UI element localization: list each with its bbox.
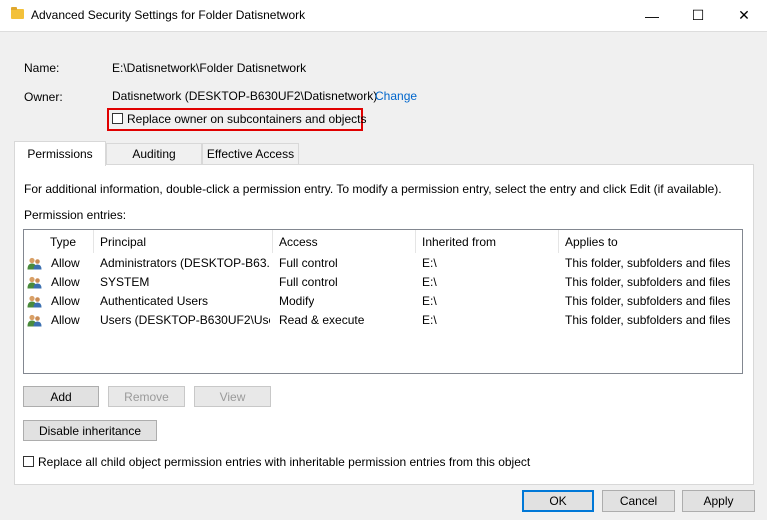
info-text: For additional information, double-click… — [24, 182, 722, 196]
user-group-icon — [27, 295, 42, 308]
cell-access: Full control — [279, 275, 338, 289]
permission-entries-label: Permission entries: — [24, 208, 127, 222]
cancel-button[interactable]: Cancel — [602, 490, 675, 512]
table-row[interactable]: Allow SYSTEM Full control E:\ This folde… — [24, 273, 742, 292]
disable-inheritance-button[interactable]: Disable inheritance — [23, 420, 157, 441]
apply-button[interactable]: Apply — [682, 490, 755, 512]
remove-button[interactable]: Remove — [108, 386, 185, 407]
column-principal[interactable]: Principal — [94, 230, 273, 253]
cell-principal: Users (DESKTOP-B630UF2\Use... — [100, 313, 270, 327]
cell-inherited-from: E:\ — [422, 313, 437, 327]
replace-child-permissions-checkbox[interactable] — [23, 456, 34, 467]
change-owner-link[interactable]: Change — [375, 89, 417, 103]
owner-value: Datisnetwork (DESKTOP-B630UF2\Datisnetwo… — [112, 89, 378, 103]
cell-applies-to: This folder, subfolders and files — [565, 313, 731, 327]
cell-principal: Authenticated Users — [100, 294, 209, 308]
cell-inherited-from: E:\ — [422, 275, 437, 289]
replace-child-permissions-label: Replace all child object permission entr… — [38, 455, 531, 469]
cell-applies-to: This folder, subfolders and files — [565, 294, 731, 308]
maximize-button[interactable]: ☐ — [675, 0, 721, 31]
close-button[interactable]: ✕ — [721, 0, 767, 31]
cell-access: Full control — [279, 256, 338, 270]
tab-effective-access[interactable]: Effective Access — [202, 143, 299, 164]
table-row[interactable]: Allow Administrators (DESKTOP-B63... Ful… — [24, 254, 742, 273]
user-group-icon — [27, 257, 42, 270]
column-type[interactable]: Type — [44, 230, 94, 253]
owner-label: Owner: — [24, 90, 63, 104]
column-access[interactable]: Access — [273, 230, 416, 253]
cell-principal: Administrators (DESKTOP-B63... — [100, 256, 270, 270]
cell-applies-to: This folder, subfolders and files — [565, 256, 731, 270]
cell-type: Allow — [51, 313, 80, 327]
column-applies-to[interactable]: Applies to — [559, 230, 742, 253]
cell-inherited-from: E:\ — [422, 256, 437, 270]
minimize-button[interactable]: — — [629, 0, 675, 31]
user-group-icon — [27, 276, 42, 289]
add-button[interactable]: Add — [23, 386, 99, 407]
column-inherited-from[interactable]: Inherited from — [416, 230, 559, 253]
tab-permissions[interactable]: Permissions — [14, 141, 106, 166]
permission-entries-list[interactable]: Type Principal Access Inherited from App… — [23, 229, 743, 374]
ok-button[interactable]: OK — [522, 490, 594, 512]
title-bar: Advanced Security Settings for Folder Da… — [0, 0, 767, 31]
cell-type: Allow — [51, 256, 80, 270]
table-row[interactable]: Allow Authenticated Users Modify E:\ Thi… — [24, 292, 742, 311]
table-row[interactable]: Allow Users (DESKTOP-B630UF2\Use... Read… — [24, 311, 742, 330]
folder-icon — [11, 7, 24, 19]
cell-applies-to: This folder, subfolders and files — [565, 275, 731, 289]
replace-owner-label: Replace owner on subcontainers and objec… — [127, 112, 367, 126]
replace-owner-checkbox[interactable] — [112, 113, 123, 124]
cell-access: Modify — [279, 294, 315, 308]
cell-principal: SYSTEM — [100, 275, 150, 289]
cell-type: Allow — [51, 294, 80, 308]
name-value: E:\Datisnetwork\Folder Datisnetwork — [112, 61, 307, 75]
tab-auditing[interactable]: Auditing — [106, 143, 202, 164]
cell-access: Read & execute — [279, 313, 365, 327]
name-label: Name: — [24, 61, 60, 75]
view-button[interactable]: View — [194, 386, 271, 407]
user-group-icon — [27, 314, 42, 327]
window-title: Advanced Security Settings for Folder Da… — [31, 8, 306, 22]
cell-inherited-from: E:\ — [422, 294, 437, 308]
cell-type: Allow — [51, 275, 80, 289]
